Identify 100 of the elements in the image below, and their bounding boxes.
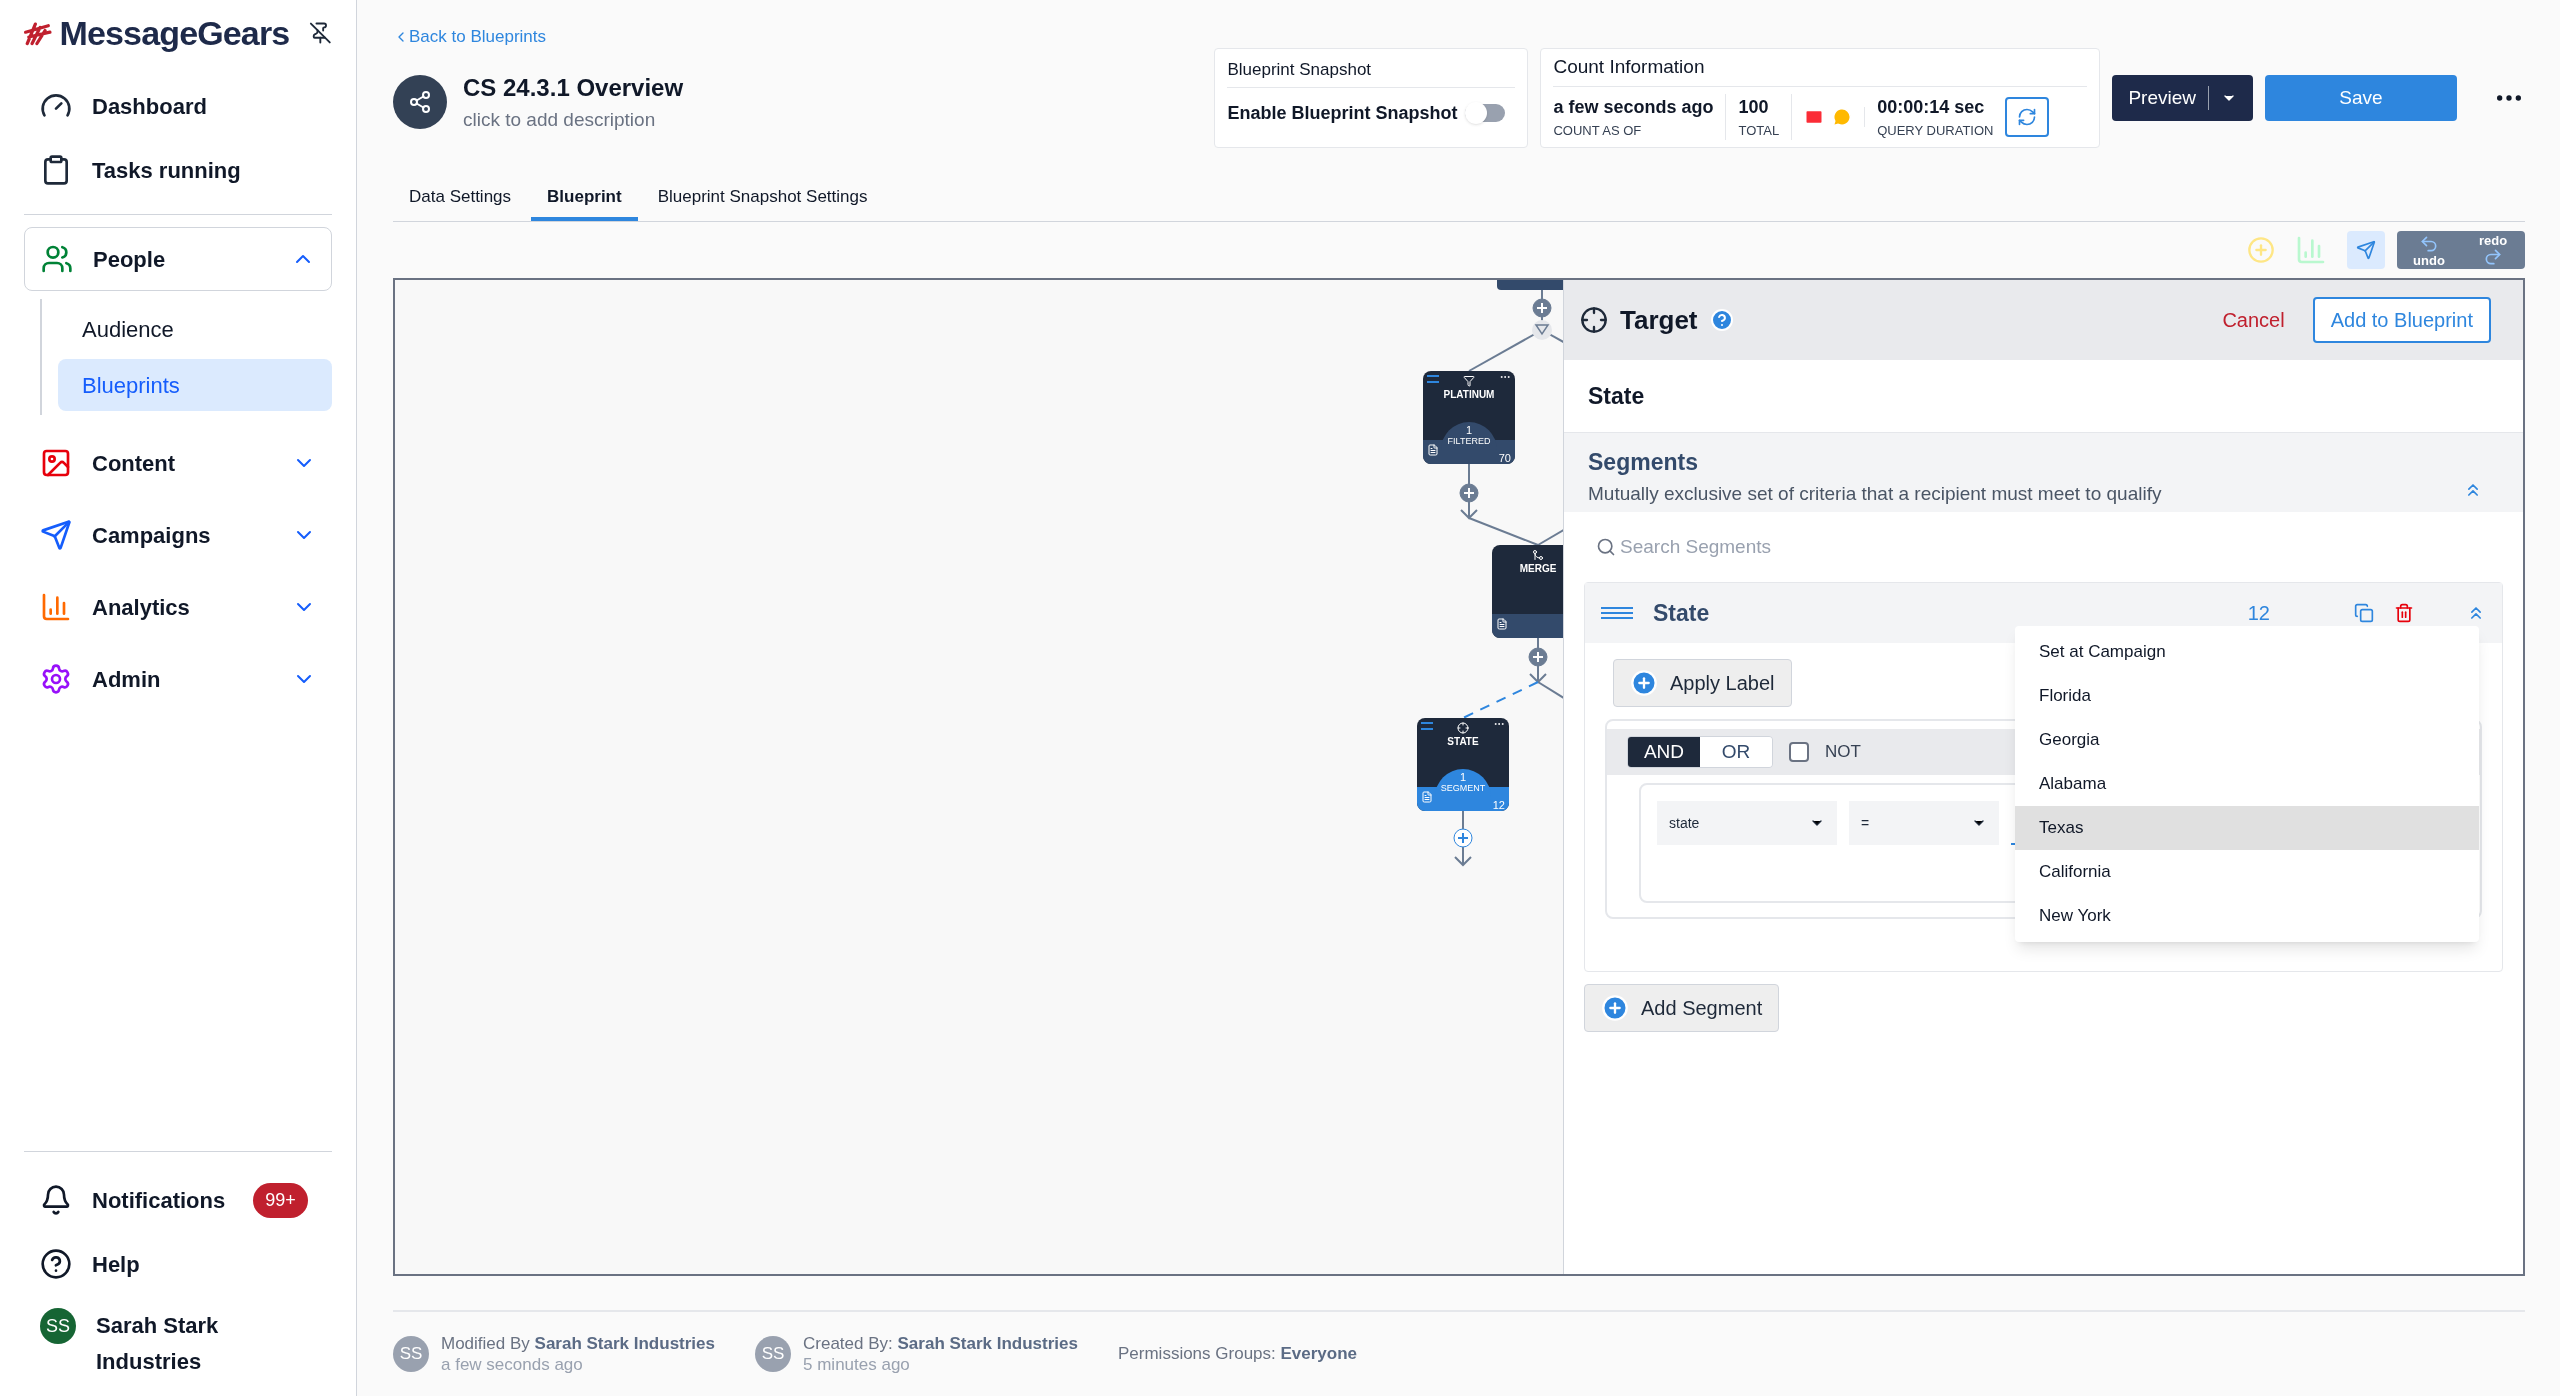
node-title: PLATINUM	[1443, 388, 1495, 402]
nav-item[interactable]: Help	[24, 1232, 332, 1296]
segment-name: State	[1653, 598, 1710, 628]
nav-section[interactable]: People	[24, 227, 332, 291]
checkbox-label: NOT	[1825, 741, 1861, 764]
count-label: FILTERED	[1447, 436, 1491, 446]
flow-node[interactable]: PLATINUM 1 FILTERED 70	[1423, 371, 1515, 464]
help-icon[interactable]	[1709, 308, 1734, 332]
footer-time: a few seconds ago	[441, 1354, 584, 1376]
stat-label: COUNT AS OF	[1553, 121, 1643, 140]
nav-item[interactable]: Tasks running	[24, 138, 332, 202]
dropdown-option[interactable]: Set at Campaign	[2015, 630, 2479, 674]
share-icon	[393, 74, 447, 129]
add-to-blueprint-button[interactable]: Add to Blueprint	[2312, 297, 2491, 343]
add-step-icon[interactable]	[1528, 647, 1548, 667]
bar-chart-icon	[40, 591, 72, 623]
redo-icon	[2483, 246, 2503, 267]
redo-button[interactable]: redo	[2461, 231, 2525, 269]
help-icon	[40, 1248, 72, 1280]
filter-icon	[1463, 375, 1475, 387]
nav-item[interactable]: Dashboard	[24, 74, 332, 138]
plus-icon	[1630, 669, 1658, 697]
count-number: 1	[1459, 771, 1467, 783]
dropdown-option[interactable]: New York	[2015, 894, 2479, 938]
apply-label-button[interactable]: Apply Label	[1613, 659, 1792, 707]
panel-title: Target	[1620, 303, 1698, 337]
target-icon	[1457, 722, 1469, 734]
plus-icon	[1601, 994, 1629, 1022]
search-field[interactable]: Search Segments	[1620, 532, 2020, 562]
add-step-icon[interactable]	[1532, 298, 1552, 318]
nav-section[interactable]: Analytics	[24, 575, 332, 639]
merge-icon	[1532, 549, 1544, 561]
tab[interactable]: Data Settings	[393, 183, 528, 221]
not-checkbox[interactable]	[1789, 742, 1809, 762]
delete-icon[interactable]	[2394, 603, 2414, 623]
add-segment-button[interactable]: Add Segment	[1584, 984, 1780, 1032]
image-icon	[40, 447, 72, 479]
count-badge: 99+	[253, 1182, 308, 1218]
nav-section[interactable]: Campaigns	[24, 503, 332, 567]
dropdown-option[interactable]: Georgia	[2015, 718, 2479, 762]
footer-text: Created By: Sarah Stark Industries	[803, 1332, 1078, 1354]
add-step-icon[interactable]	[1453, 828, 1473, 848]
logic-toggle[interactable]: OR	[1700, 737, 1772, 767]
refresh-button[interactable]	[2005, 96, 2050, 137]
count-number: 1	[1465, 424, 1473, 436]
tab[interactable]: Blueprint	[531, 183, 638, 221]
list-icon	[1427, 375, 1439, 383]
flow-node[interactable]: STATE 1 SEGMENT 12	[1417, 718, 1509, 811]
add-step-icon[interactable]	[1459, 483, 1479, 503]
nav-subitem[interactable]: Audience	[58, 303, 332, 355]
snapshot-toggle[interactable]	[1465, 104, 1506, 122]
nav-section[interactable]: Content	[24, 431, 332, 495]
document-icon	[1427, 444, 1439, 456]
user-avatar[interactable]: SS	[40, 1308, 76, 1344]
footer-text: Modified By Sarah Stark Industries	[441, 1332, 715, 1354]
node-title: MERGE	[1519, 562, 1557, 576]
dropdown-option[interactable]: Alabama	[2015, 762, 2479, 806]
dropdown-option[interactable]: Texas	[2015, 806, 2479, 850]
card-title: Blueprint Snapshot	[1227, 57, 1516, 88]
field-select[interactable]: state	[1657, 801, 1837, 845]
save-button[interactable]: Save	[2265, 75, 2457, 121]
user-name[interactable]: Sarah Stark Industries	[96, 1308, 256, 1380]
nav-item[interactable]: Notifications 99+	[24, 1168, 332, 1232]
stat-label: TOTAL	[1738, 121, 1780, 140]
drag-handle-icon[interactable]	[1601, 607, 1633, 619]
count-label: SEGMENT	[1440, 783, 1486, 793]
flow-node[interactable]: MERGE	[1492, 545, 1563, 638]
undo-button[interactable]: undo	[2397, 231, 2461, 269]
flow-node[interactable]	[1497, 280, 1563, 290]
footer-time: 5 minutes ago	[803, 1354, 911, 1376]
document-icon	[1496, 618, 1508, 630]
paper-plane-icon	[40, 519, 72, 551]
back-link[interactable]: Back to Blueprints	[393, 24, 684, 50]
cancel-button[interactable]: Cancel	[2206, 305, 2301, 335]
footer-text: Permissions Groups: Everyone	[1118, 1343, 1358, 1365]
gear-icon	[40, 663, 72, 695]
dropdown-option[interactable]: Florida	[2015, 674, 2479, 718]
total-count: 100	[1738, 95, 1770, 119]
nav-subitem[interactable]: Blueprints	[58, 359, 332, 411]
send-button[interactable]	[2347, 231, 2385, 269]
toggle-label: Enable Blueprint Snapshot	[1227, 101, 1458, 125]
count-time: a few seconds ago	[1553, 95, 1714, 119]
copy-icon[interactable]	[2354, 603, 2374, 623]
chat-icon	[1832, 106, 1853, 127]
stat-label: QUERY DURATION	[1877, 121, 1994, 140]
dropdown-option[interactable]: California	[2015, 850, 2479, 894]
target-name: State	[1588, 381, 1645, 411]
document-icon	[1421, 791, 1433, 803]
nav-section[interactable]: Admin	[24, 647, 332, 711]
filter-icon	[1532, 320, 1552, 340]
logic-toggle[interactable]: AND	[1628, 737, 1700, 767]
people-icon	[41, 243, 73, 275]
node-count: 12	[1492, 799, 1505, 811]
operator-select[interactable]: =	[1849, 801, 1999, 845]
section-description: Mutually exclusive set of criteria that a recipient must meet to qualify	[1588, 481, 2163, 506]
description-placeholder[interactable]: click to add description	[463, 105, 684, 134]
preview-button[interactable]: Preview	[2112, 75, 2253, 121]
query-duration: 00:00:14 sec	[1877, 95, 1986, 119]
tab[interactable]: Blueprint Snapshot Settings	[641, 183, 884, 221]
segment-count: 12	[2247, 601, 2270, 626]
